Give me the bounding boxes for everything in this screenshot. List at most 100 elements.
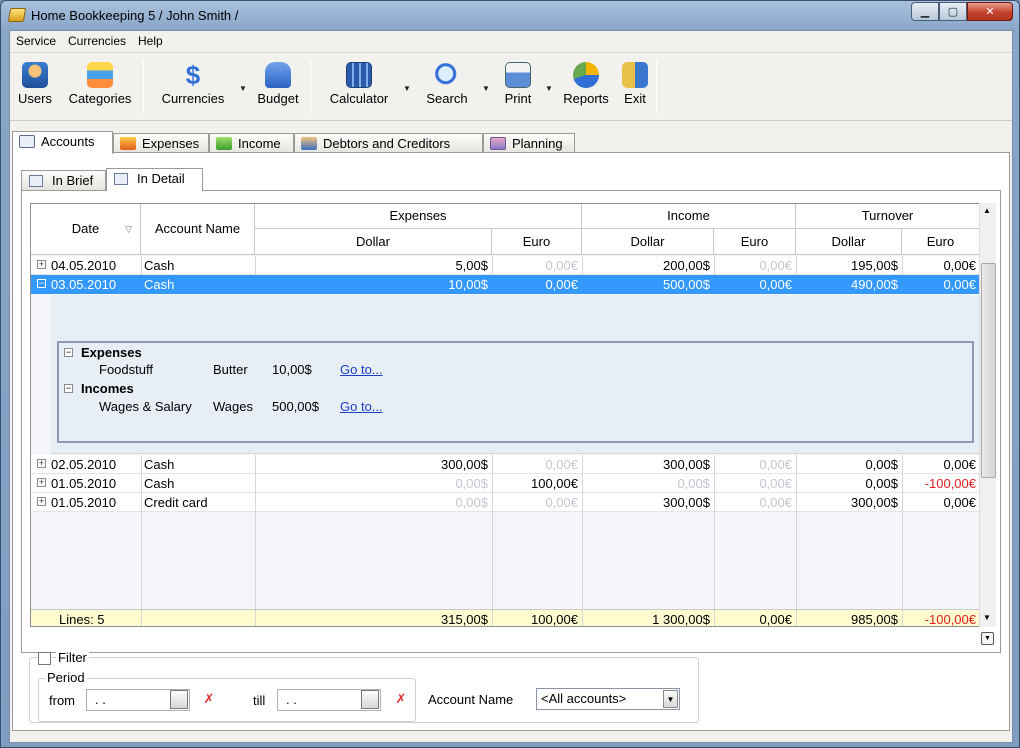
header-turnover: Turnover: [796, 204, 980, 229]
expenses-icon: [120, 137, 136, 150]
account-select-value: <All accounts>: [541, 691, 627, 706]
grid-scrollbar[interactable]: ▲ ▼: [979, 203, 996, 627]
subtab-in-detail[interactable]: In Detail: [106, 168, 203, 191]
planning-icon: [490, 137, 506, 150]
lines-count: Lines: 5: [59, 612, 105, 627]
printer-icon: [505, 62, 531, 88]
budget-button[interactable]: Budget: [253, 60, 303, 114]
till-calendar-icon[interactable]: [361, 690, 379, 709]
tab-debtors-label: Debtors and Creditors: [323, 136, 451, 151]
toolbar: Users Categories $ Currencies ▼ Budget C…: [10, 54, 1012, 121]
header-expenses-euro[interactable]: Euro: [492, 229, 582, 255]
print-button[interactable]: Print: [499, 60, 537, 114]
detail-income-goto-link[interactable]: Go to...: [340, 399, 383, 414]
tab-expenses-label: Expenses: [142, 136, 200, 151]
categories-button[interactable]: Categories: [62, 60, 138, 114]
from-calendar-icon[interactable]: [170, 690, 188, 709]
collapse-icon[interactable]: −: [37, 279, 46, 288]
tab-income-label: Income: [238, 136, 281, 151]
row-income-euro: 0,00€: [759, 457, 792, 472]
detail-expense-goto-link[interactable]: Go to...: [340, 362, 383, 377]
table-row[interactable]: + 01.05.2010 Credit card 0,00$ 0,00€ 300…: [31, 493, 990, 512]
row-income-dollar: 300,00$: [663, 457, 710, 472]
scroll-thumb[interactable]: [981, 263, 996, 478]
header-turnover-dollar[interactable]: Dollar: [796, 229, 902, 255]
header-expenses-dollar[interactable]: Dollar: [255, 229, 492, 255]
table-row[interactable]: + 02.05.2010 Cash 300,00$ 0,00€ 300,00$ …: [31, 455, 990, 474]
calculator-label: Calculator: [329, 91, 389, 106]
tab-debtors-creditors[interactable]: Debtors and Creditors: [294, 133, 483, 153]
reports-button[interactable]: Reports: [560, 60, 612, 114]
header-income-euro[interactable]: Euro: [714, 229, 796, 255]
row-income-euro: 0,00€: [759, 277, 792, 292]
row-account: Cash: [144, 258, 175, 273]
chevron-down-icon[interactable]: ▼: [663, 690, 678, 708]
row-income-euro: 0,00€: [759, 258, 792, 273]
accounts-page: In Brief In Detail Date ▽ Account Name E…: [12, 152, 1010, 731]
menu-service[interactable]: Service: [16, 34, 56, 48]
tab-planning[interactable]: Planning: [483, 133, 575, 153]
search-dropdown-icon[interactable]: ▼: [482, 84, 490, 93]
close-button[interactable]: ✕: [967, 2, 1013, 21]
row-date: 01.05.2010: [51, 495, 117, 510]
print-dropdown-icon[interactable]: ▼: [545, 84, 553, 93]
expand-icon[interactable]: +: [37, 459, 46, 468]
row-turnover-dollar: 0,00$: [865, 476, 898, 491]
currencies-dropdown-icon[interactable]: ▼: [239, 84, 247, 93]
calculator-button[interactable]: Calculator: [322, 60, 396, 114]
menu-currencies[interactable]: Currencies: [68, 34, 126, 48]
header-income-dollar[interactable]: Dollar: [582, 229, 714, 255]
menu-help[interactable]: Help: [138, 34, 163, 48]
exit-button[interactable]: Exit: [618, 60, 652, 114]
users-button[interactable]: Users: [14, 60, 56, 114]
subtab-in-brief[interactable]: In Brief: [21, 170, 106, 190]
collapse-icon[interactable]: −: [64, 348, 73, 357]
row-date: 03.05.2010: [51, 277, 117, 292]
currencies-label: Currencies: [161, 91, 225, 106]
filter-checkbox[interactable]: [38, 652, 51, 665]
row-turnover-euro: -100,00€: [924, 476, 976, 491]
total-turnover-euro: -100,00€: [924, 612, 976, 627]
row-date: 04.05.2010: [51, 258, 117, 273]
title-bar[interactable]: Home Bookkeeping 5 / John Smith / ▁ ▢ ✕: [1, 1, 1019, 30]
row-expenses-dollar: 0,00$: [455, 476, 488, 491]
expand-icon[interactable]: +: [37, 478, 46, 487]
row-account: Credit card: [144, 495, 208, 510]
from-clear-icon[interactable]: ✗: [201, 691, 217, 707]
expand-icon[interactable]: +: [37, 260, 46, 269]
period-label: Period: [45, 670, 87, 685]
tab-accounts[interactable]: Accounts: [12, 131, 113, 154]
scroll-to-end-icon[interactable]: ▼: [981, 632, 994, 645]
header-date[interactable]: Date ▽: [31, 204, 141, 255]
calculator-dropdown-icon[interactable]: ▼: [403, 84, 411, 93]
toolbar-separator: [143, 60, 144, 114]
account-select[interactable]: <All accounts> ▼: [536, 688, 680, 710]
table-row-selected[interactable]: − 03.05.2010 Cash 10,00$ 0,00€ 500,00$ 0…: [31, 275, 990, 294]
tab-expenses[interactable]: Expenses: [113, 133, 209, 153]
account-name-label: Account Name: [428, 692, 514, 707]
row-account: Cash: [144, 277, 175, 292]
app-icon: [7, 8, 27, 22]
scroll-up-icon[interactable]: ▲: [983, 206, 991, 215]
collapse-icon[interactable]: −: [64, 384, 73, 393]
exit-label: Exit: [624, 91, 646, 106]
header-date-label: Date: [71, 221, 100, 236]
detail-expense-amount: 10,00$: [272, 362, 312, 377]
row-expenses-dollar: 10,00$: [448, 277, 488, 292]
currencies-button[interactable]: $ Currencies: [156, 60, 230, 114]
till-clear-icon[interactable]: ✗: [393, 691, 409, 707]
table-row[interactable]: + 04.05.2010 Cash 5,00$ 0,00€ 200,00$ 0,…: [31, 256, 990, 275]
scroll-down-icon[interactable]: ▼: [983, 613, 991, 622]
row-turnover-euro: 0,00€: [943, 277, 976, 292]
maximize-button[interactable]: ▢: [939, 2, 967, 21]
tab-income[interactable]: Income: [209, 133, 294, 153]
search-button[interactable]: Search: [420, 60, 474, 114]
minimize-button[interactable]: ▁: [911, 2, 939, 21]
header-account[interactable]: Account Name: [141, 204, 255, 255]
subtab-in-detail-label: In Detail: [137, 171, 185, 186]
table-row[interactable]: + 01.05.2010 Cash 0,00$ 100,00€ 0,00$ 0,…: [31, 474, 990, 493]
header-turnover-euro[interactable]: Euro: [902, 229, 980, 255]
row-income-dollar: 500,00$: [663, 277, 710, 292]
reports-label: Reports: [563, 91, 609, 106]
expand-icon[interactable]: +: [37, 497, 46, 506]
